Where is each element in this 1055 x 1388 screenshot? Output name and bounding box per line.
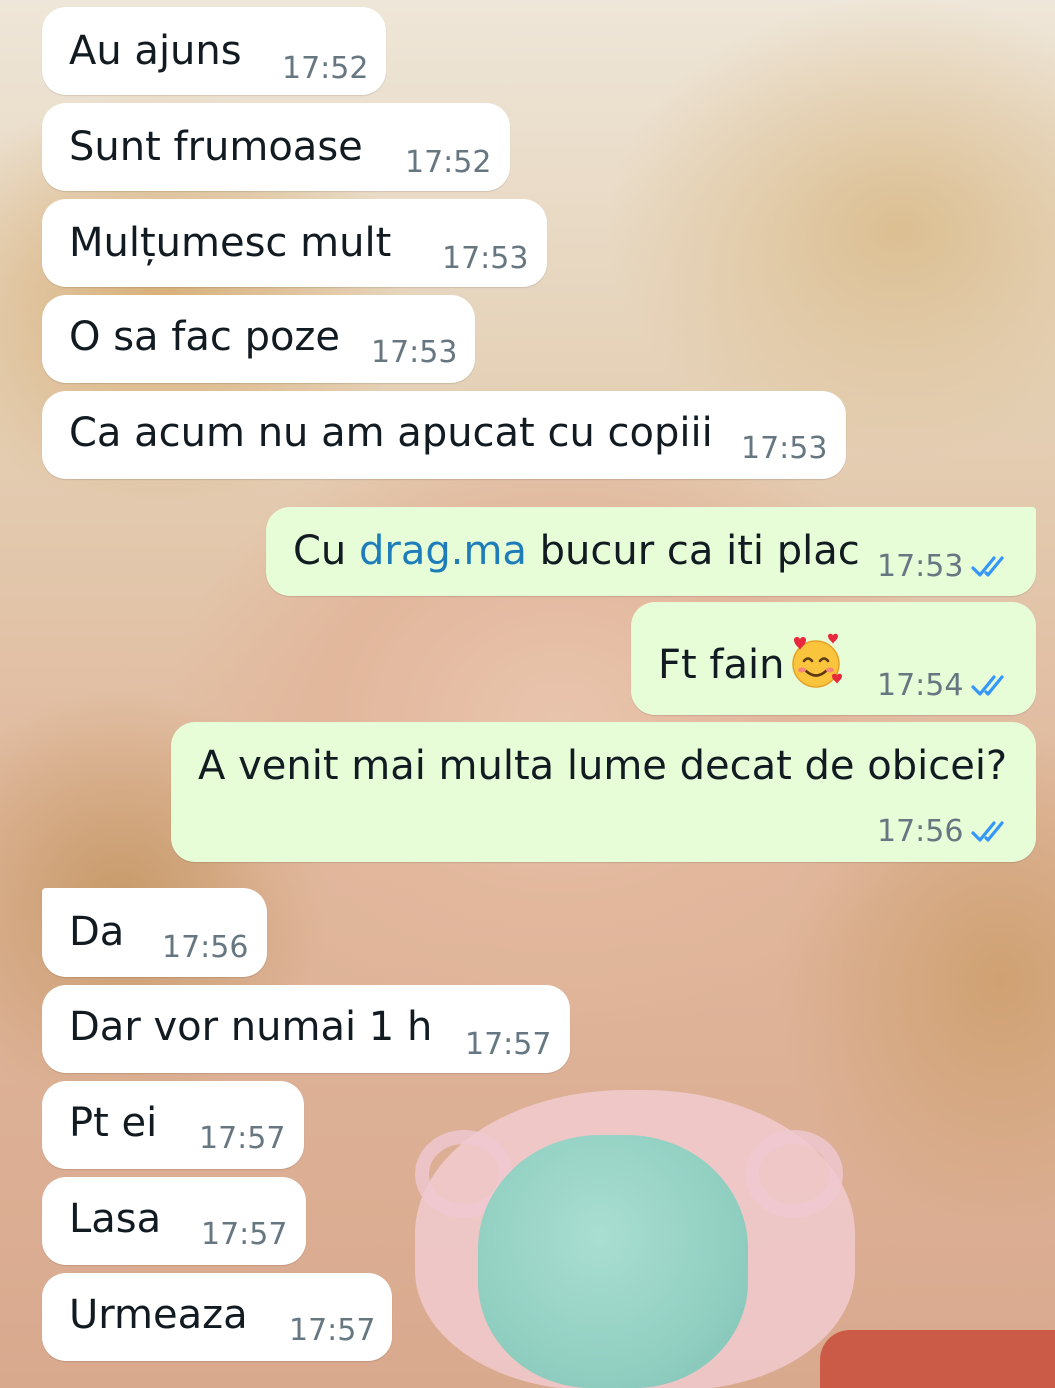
message-link[interactable]: drag.ma — [359, 528, 527, 574]
message-time: 17:57 — [201, 1217, 288, 1252]
message-bubble-incoming[interactable]: Sunt frumoase 17:52 — [42, 103, 510, 191]
message-text: Ca acum nu am apucat cu copiii — [69, 410, 713, 456]
message-bubble-incoming[interactable]: O sa fac poze 17:53 — [42, 295, 475, 383]
message-time: 17:53 — [371, 335, 458, 370]
message-bubble-outgoing[interactable]: Cu drag.ma bucur ca iti plac 17:53 — [266, 507, 1036, 596]
message-bubble-incoming[interactable]: Pt ei 17:57 — [42, 1081, 304, 1169]
double-check-icon — [971, 675, 1004, 696]
message-bubble-incoming[interactable]: Lasa 17:57 — [42, 1177, 306, 1265]
message-text: A venit mai multa lume decat de obicei? — [198, 743, 1008, 789]
message-bubble-incoming[interactable]: Mulțumesc mult 17:53 — [42, 199, 547, 287]
message-text: Ft fain — [658, 632, 846, 692]
message-time: 17:57 — [199, 1121, 286, 1156]
message-text: Urmeaza — [69, 1292, 248, 1338]
double-check-icon — [971, 556, 1004, 577]
smiling-face-with-hearts-emoji — [792, 633, 843, 688]
message-text: Lasa — [69, 1196, 162, 1242]
message-text: Da — [69, 909, 125, 955]
message-time: 17:56 — [162, 930, 249, 965]
message-time: 17:57 — [465, 1027, 552, 1062]
message-time: 17:53 — [741, 431, 828, 466]
message-time: 17:56 — [877, 814, 964, 849]
message-bubble-incoming[interactable]: Dar vor numai 1 h 17:57 — [42, 985, 570, 1073]
message-bubble-outgoing[interactable]: A venit mai multa lume decat de obicei? … — [171, 722, 1036, 862]
message-time: 17:57 — [289, 1313, 376, 1348]
wallpaper-pacifier-button — [478, 1135, 748, 1388]
wallpaper-pacifier-ring-right — [745, 1130, 843, 1218]
message-time: 17:53 — [442, 241, 529, 276]
message-text: Dar vor numai 1 h — [69, 1004, 433, 1050]
message-time: 17:53 — [877, 549, 964, 584]
message-bubble-incoming[interactable]: Urmeaza 17:57 — [42, 1273, 392, 1361]
message-text: Cu drag.ma bucur ca iti plac — [293, 528, 860, 574]
message-text: O sa fac poze — [69, 314, 341, 360]
message-text: Au ajuns — [69, 28, 242, 74]
message-text: Sunt frumoase — [69, 124, 363, 170]
message-time: 17:52 — [405, 145, 492, 180]
message-bubble-incoming[interactable]: Da 17:56 — [42, 888, 267, 977]
message-bubble-incoming[interactable]: Au ajuns 17:52 — [42, 7, 386, 95]
message-time: 17:54 — [877, 668, 964, 703]
message-text: Mulțumesc mult — [69, 220, 392, 266]
message-time: 17:52 — [282, 51, 369, 86]
wallpaper-shirt — [820, 1330, 1055, 1388]
message-text: Pt ei — [69, 1100, 158, 1146]
message-bubble-outgoing[interactable]: Ft fain 17:54 — [631, 602, 1036, 715]
double-check-icon — [971, 821, 1004, 842]
message-bubble-incoming[interactable]: Ca acum nu am apucat cu copiii 17:53 — [42, 391, 846, 479]
